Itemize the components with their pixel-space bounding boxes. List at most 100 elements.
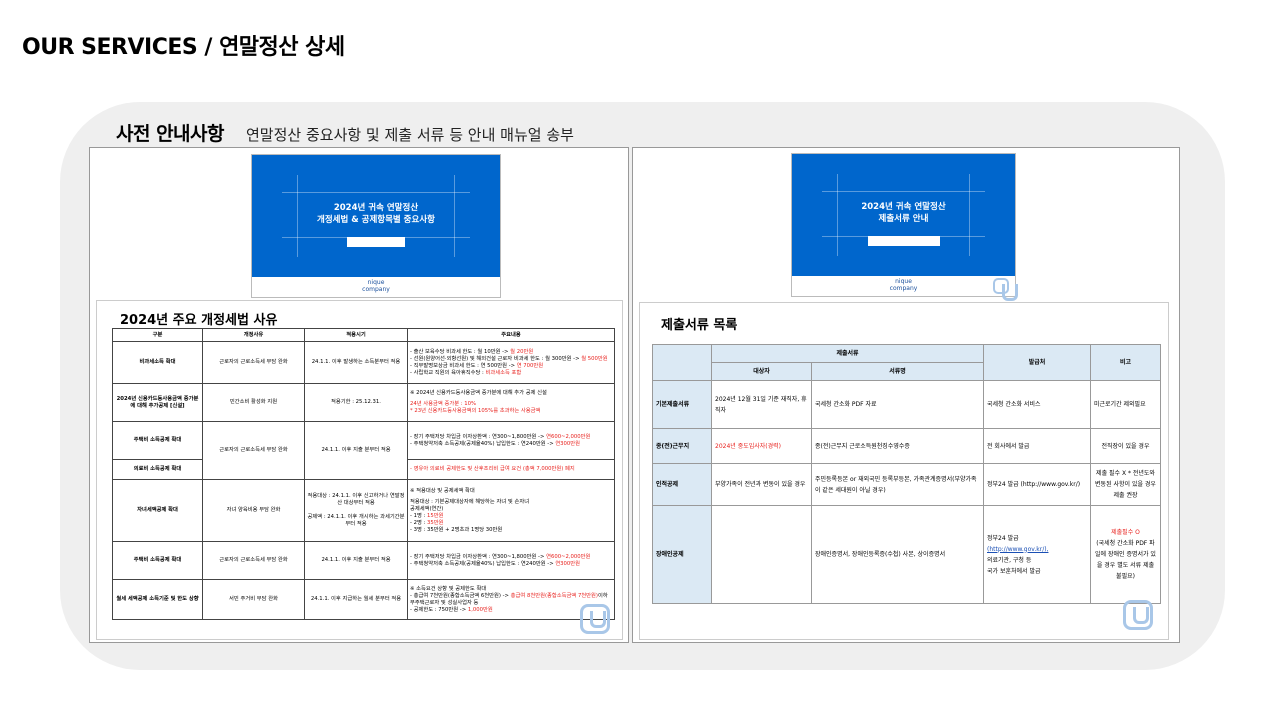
note-required: 제출필수 O (1111, 529, 1140, 536)
table1-title: 2024년 주요 개정세법 사유 (120, 313, 278, 328)
content-line: - 주택청약저축 소득공제(공제율40%) 납입한도 : 연240만원 -> 연… (410, 440, 581, 447)
issuer-link[interactable]: (http://www.gov.kr/), (987, 544, 1087, 555)
content-line: ※ 소득요건 상향 및 공제한도 확대 (410, 585, 487, 592)
row-timing: 24.1.1. 이후 지출 분부터 적용 (304, 421, 408, 480)
row-timing: 적용대상 : 24.1.1. 이후 신고하거나 연말정산 대상부터 적용 공제액… (304, 479, 408, 542)
table-row: 비과세소득 확대 근로자의 근로소득세 부담 완화 24.1.1. 이후 발생하… (112, 341, 615, 384)
logo-text: nique (367, 279, 385, 286)
row-note: 전직장이 있을 경우 (1090, 428, 1161, 464)
row-content: ※ 2024년 신용카드등사용금액 증가분에 대해 추가 공제 신설 24년 사… (407, 383, 615, 422)
row-category: 월세 세액공제 소득기준 및 한도 상향 (112, 579, 203, 620)
watermark-icon (580, 604, 610, 634)
row-issuer: 전 회사에서 발급 (983, 428, 1091, 464)
content-line: - 출산 보육수당 비과세 한도 : 월 10만원 -> 월 20만원 (410, 348, 534, 355)
row-target: 부양가족이 전년과 변동이 있을 경우 (711, 463, 812, 506)
company-logo: nique company (792, 278, 1015, 292)
content-line: - 선원(원양어선·외항선원) 및 해외건설 근로자 비과세 한도 : 월 30… (410, 355, 608, 362)
content-line: 24년 사용금액 증가분 : 10% (410, 401, 477, 407)
cover-thumbnail-documents: 2024년 귀속 연말정산 제출서류 안내 nique company (791, 153, 1018, 301)
content-line: - 직무발명보상금 비과세 한도 : 연 500만원 -> 연 700만원 (410, 362, 544, 369)
content-line: - 2명 : 35만원 (410, 519, 444, 526)
row-issuer: 국세청 간소화 서비스 (983, 380, 1091, 429)
cover-title-line2: 제출서류 안내 (878, 214, 929, 224)
content-line: - 3명 : 35만원 + 2명초과 1명당 30만원 (410, 526, 503, 533)
header-note: 비고 (1090, 344, 1161, 381)
row-category: 자녀세액공제 확대 (112, 479, 203, 542)
cover-title-line1: 2024년 귀속 연말정산 (333, 203, 419, 213)
table-row: 주택비 소득공제 확대 근로자의 근로소득세 부담 완화 24.1.1. 이후 … (112, 421, 615, 480)
content-line: 공제세액(연간) (410, 505, 444, 512)
header-documents-group: 제출서류 (711, 344, 984, 363)
header-timing: 적용시기 (304, 328, 408, 342)
content-line: * 23년 신용카드등사용금액의 105%를 초과하는 사용금액 (410, 408, 541, 414)
issuer-line: 정부24 발급 (987, 534, 1019, 542)
row-content: - 출산 보육수당 비과세 한도 : 월 10만원 -> 월 20만원 - 선원… (407, 341, 615, 384)
row-reason: 자녀 양육비용 부담 완화 (202, 479, 305, 542)
row-timing: 24.1.1. 이후 발생하는 소득분부터 적용 (304, 341, 408, 384)
cover-blue-banner: 2024년 귀속 연말정산 제출서류 안내 (792, 154, 1015, 276)
content-line: ※ 2024년 신용카드등사용금액 증가분에 대해 추가 공제 신설 (410, 390, 547, 396)
issuer-line: 국가 보훈처에서 발급 (987, 567, 1041, 575)
table-header-row: 제출서류 발급처 비고 (652, 344, 1161, 381)
row-category: 주택비 소득공제 확대 (112, 421, 203, 460)
table-row: 종(전)근무지 2024년 중도입사자(경력) 종(전)근무지 근로소득원천징수… (652, 428, 1161, 464)
table-row: 장애인공제 장애인증명서, 장애인등록증(수첩) 사본, 상이증명서 정부24 … (652, 505, 1161, 604)
content-line: - 장기 주택저당 차입금 이자상환액 : 연300~1,800만원 -> 연6… (410, 433, 591, 440)
content-line: - 사립학교 직원의 육아휴직수당 : 비과세소득 포함 (410, 369, 522, 376)
row-reason: 서민 주거비 부담 완화 (202, 579, 305, 620)
row-note: 미근로기간 제외필요 (1090, 380, 1161, 429)
header-target: 대상자 (711, 362, 812, 381)
documents-table: 제출서류 발급처 비고 대상자 서류명 기본제출서류 2024년 12월 31일… (652, 344, 1161, 604)
header-issuer: 발급처 (983, 344, 1091, 381)
header-reason: 개정사유 (202, 328, 305, 342)
row-content: ※ 적용대상 및 공제세액 확대 적용대상 : 기본공제대상자에 해당하는 자녀… (407, 479, 615, 542)
note-text: (국세청 간소화 PDF 파일에 장애인 증명서가 있을 경우 별도 서류 제출… (1095, 540, 1156, 580)
issuer-line: 의료기관, 구청 등 (987, 556, 1032, 564)
row-issuer: 정부24 발급 (http://www.gov.kr/), 의료기관, 구청 등… (983, 505, 1091, 604)
cover-title-line2: 개정세법 & 공제항목별 중요사항 (317, 215, 435, 225)
logo-text: nique (895, 278, 912, 285)
row-timing: 적용기한 : 25.12.31. (304, 383, 408, 422)
row-doc: 국세청 간소화 PDF 자료 (811, 380, 984, 429)
cover-blue-banner: 2024년 귀속 연말정산 개정세법 & 공제항목별 중요사항 (252, 155, 500, 277)
company-logo: nique company (252, 279, 500, 293)
table-row: 주택비 소득공제 확대 근로자의 근로소득세 부담 완화 24.1.1. 이후 … (112, 541, 615, 580)
table-row: 월세 세액공제 소득기준 및 한도 상향 서민 주거비 부담 완화 24.1.1… (112, 579, 615, 620)
row-target (711, 505, 812, 604)
row-timing: 24.1.1. 이후 지급하는 월세 분부터 적용 (304, 579, 408, 620)
header-blank (652, 344, 712, 381)
row-category: 기본제출서류 (652, 380, 712, 429)
row-category: 2024년 신용카드등사용금액 증가분에 대해 추가공제 [신설] (112, 383, 203, 422)
row-category: 종(전)근무지 (652, 428, 712, 464)
row-category: 인적공제 (652, 463, 712, 506)
logo-subtext: company (889, 285, 918, 292)
row-reason: 근로자의 근로소득세 부담 완화 (202, 421, 305, 480)
content-line: ※ 적용대상 및 공제세액 확대 (410, 487, 475, 494)
header-category: 구분 (112, 328, 203, 342)
watermark-icon (1123, 600, 1153, 630)
row-doc: 종(전)근무지 근로소득원천징수영수증 (811, 428, 984, 464)
page-title: OUR SERVICES / 연말정산 상세 (22, 35, 345, 60)
header-content: 주요내용 (407, 328, 615, 342)
table2-title: 제출서류 목록 (661, 318, 738, 333)
row-note: 제출 필수 X * 전년도와 변동된 사항이 있을 경우 제출 권장 (1090, 463, 1161, 506)
cover-white-bar (867, 236, 940, 246)
section-subtitle: 연말정산 중요사항 및 제출 서류 등 안내 매뉴얼 송부 (246, 126, 574, 144)
row-reason: 근로자의 근로소득세 부담 완화 (202, 341, 305, 384)
row-category: 의료비 소득공제 확대 (112, 459, 203, 480)
row-category: 주택비 소득공제 확대 (112, 541, 203, 580)
row-note: 제출필수 O (국세청 간소화 PDF 파일에 장애인 증명서가 있을 경우 별… (1090, 505, 1161, 604)
table-row: 기본제출서류 2024년 12월 31일 기준 재직자, 휴직자 국세청 간소화… (652, 380, 1161, 429)
content-line: - 1명 : 15만원 (410, 512, 444, 519)
table-row: 인적공제 부양가족이 전년과 변동이 있을 경우 주민등록등본 or 재외국민 … (652, 463, 1161, 506)
header-doc-name: 서류명 (811, 362, 984, 381)
row-target: 2024년 중도입사자(경력) (711, 428, 812, 464)
row-issuer: 정부24 발급 (http://www.gov.kr/) (983, 463, 1091, 506)
cover-thumbnail-tax-changes: 2024년 귀속 연말정산 개정세법 & 공제항목별 중요사항 nique co… (251, 154, 501, 298)
table-header-row: 구분 개정사유 적용시기 주요내용 (112, 328, 615, 342)
tax-changes-table: 구분 개정사유 적용시기 주요내용 비과세소득 확대 근로자의 근로소득세 부담… (112, 328, 615, 620)
logo-subtext: company (362, 286, 390, 293)
row-content: - 장기 주택저당 차입금 이자상환액 : 연300~1,800만원 -> 연6… (407, 421, 615, 460)
watermark-icon (993, 278, 1018, 301)
row-reason: 근로자의 근로소득세 부담 완화 (202, 541, 305, 580)
